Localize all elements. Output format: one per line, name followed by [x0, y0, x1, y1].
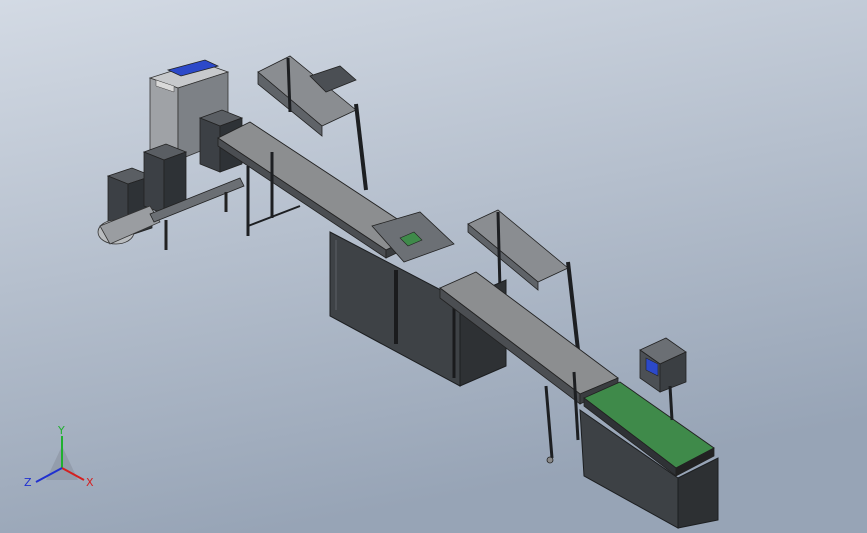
- conveyor-assembly-model[interactable]: [0, 0, 867, 533]
- axis-triad: Y X Z: [24, 424, 94, 489]
- z-axis-label: Z: [24, 476, 32, 489]
- cad-viewport[interactable]: Y X Z: [0, 0, 867, 533]
- viewport-background: [0, 0, 867, 533]
- x-axis-label: X: [86, 476, 94, 489]
- y-axis-label: Y: [57, 424, 65, 437]
